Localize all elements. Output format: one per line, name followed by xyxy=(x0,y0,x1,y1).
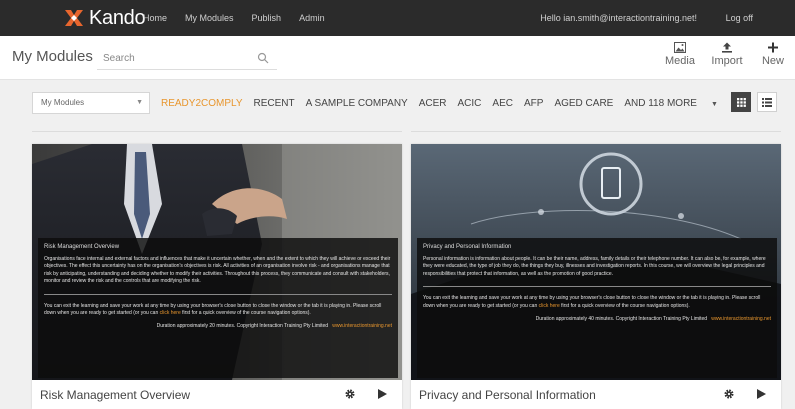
nav-admin[interactable]: Admin xyxy=(299,13,325,23)
tag-aged-care[interactable]: AGED CARE xyxy=(554,98,613,109)
list-view-icon xyxy=(762,97,772,107)
navigation-info: You can exit the learning and save your … xyxy=(44,303,392,318)
page-header: My Modules Media Import New xyxy=(0,36,795,80)
upload-icon xyxy=(722,42,732,53)
module-card[interactable]: Risk Management Overview Organisations f… xyxy=(32,144,402,409)
info-text-end: first for a quick overview of the course… xyxy=(180,310,311,317)
more-label: AND 118 MORE xyxy=(624,97,697,109)
tag-filters: READY2COMPLY RECENT A SAMPLE COMPANY ACE… xyxy=(161,92,740,114)
nav-home[interactable]: Home xyxy=(143,13,167,23)
dropdown-value: My Modules xyxy=(41,98,85,107)
play-icon[interactable] xyxy=(376,388,388,400)
card-footer: Risk Management Overview xyxy=(32,380,402,409)
search-icon[interactable] xyxy=(257,52,269,64)
duration-copyright: Duration approximately 40 minutes. Copyr… xyxy=(423,316,771,322)
info-text-end: first for a quick overview of the course… xyxy=(559,302,690,309)
tag-acer[interactable]: ACER xyxy=(419,98,447,109)
search-box xyxy=(97,48,277,70)
click-here-link[interactable]: click here xyxy=(160,310,181,316)
module-description-overlay: Privacy and Personal Information Persona… xyxy=(417,238,777,378)
overlay-title: Privacy and Personal Information xyxy=(423,244,512,250)
overlay-title: Risk Management Overview xyxy=(44,244,120,250)
website-link[interactable]: www.interactiontraining.net xyxy=(711,316,771,322)
top-navbar: Kando Home My Modules Publish Admin Hell… xyxy=(0,0,795,36)
logout-link[interactable]: Log off xyxy=(726,0,753,36)
user-greeting[interactable]: Hello ian.smith@interactiontraining.net! xyxy=(540,0,697,36)
overlay-divider xyxy=(44,293,392,295)
media-button[interactable]: Media xyxy=(663,42,697,67)
chevron-down-icon: ▼ xyxy=(136,99,143,106)
tag-afp[interactable]: AFP xyxy=(524,98,543,109)
module-title[interactable]: Privacy and Personal Information xyxy=(419,388,596,402)
module-filter-dropdown[interactable]: My Modules ▼ xyxy=(32,92,150,114)
duration-copyright: Duration approximately 20 minutes. Copyr… xyxy=(44,323,392,329)
grid-view-icon xyxy=(736,97,746,107)
divider xyxy=(411,131,781,132)
module-description: Organisations face internal and external… xyxy=(44,256,391,285)
module-title[interactable]: Risk Management Overview xyxy=(40,388,190,402)
tag-ready2comply[interactable]: READY2COMPLY xyxy=(161,98,243,109)
caret-down-icon: ▼ xyxy=(710,100,718,108)
main-nav: Home My Modules Publish Admin xyxy=(143,0,343,36)
list-view-button[interactable] xyxy=(757,92,777,112)
overlay-divider xyxy=(423,286,771,288)
kando-logo-icon xyxy=(65,10,83,26)
page-title: My Modules xyxy=(12,48,93,65)
tag-aec[interactable]: AEC xyxy=(492,98,513,109)
play-icon[interactable] xyxy=(755,388,767,400)
import-button[interactable]: Import xyxy=(710,42,744,67)
navigation-info: You can exit the learning and save your … xyxy=(423,295,771,310)
card-footer: Privacy and Personal Information xyxy=(411,380,781,409)
plus-icon xyxy=(768,42,778,53)
kando-logo[interactable]: Kando xyxy=(62,6,146,30)
image-icon xyxy=(674,42,686,53)
website-link[interactable]: www.interactiontraining.net xyxy=(332,323,392,329)
nav-publish[interactable]: Publish xyxy=(252,13,282,23)
divider xyxy=(32,131,402,132)
logo-text: Kando xyxy=(89,6,146,29)
nav-my-modules[interactable]: My Modules xyxy=(185,13,234,23)
filter-bar: My Modules ▼ READY2COMPLY RECENT A SAMPL… xyxy=(32,92,782,114)
tag-acic[interactable]: ACIC xyxy=(458,98,482,109)
new-label: New xyxy=(761,55,784,67)
module-description: Personal information is information abou… xyxy=(423,256,766,277)
tag-a-sample-company[interactable]: A SAMPLE COMPANY xyxy=(306,98,408,109)
new-button[interactable]: New xyxy=(756,42,790,67)
gear-icon[interactable] xyxy=(723,388,735,400)
module-description-overlay: Risk Management Overview Organisations f… xyxy=(38,238,398,378)
click-here-link[interactable]: click here xyxy=(539,303,560,309)
module-card[interactable]: Privacy and Personal Information Persona… xyxy=(411,144,781,409)
grid-view-button[interactable] xyxy=(731,92,751,112)
tag-more[interactable]: AND 118 MORE ▼ xyxy=(624,98,729,109)
media-label: Media xyxy=(665,55,695,67)
import-label: Import xyxy=(711,55,743,67)
search-input[interactable] xyxy=(97,48,247,69)
duration-text: Duration approximately 20 minutes. Copyr… xyxy=(156,323,329,330)
gear-icon[interactable] xyxy=(344,388,356,400)
tag-recent[interactable]: RECENT xyxy=(254,98,295,109)
duration-text: Duration approximately 40 minutes. Copyr… xyxy=(535,316,708,323)
